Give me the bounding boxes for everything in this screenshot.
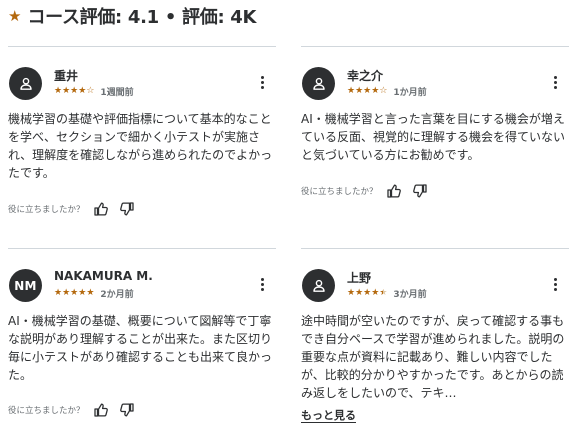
thumbs-up-icon[interactable] — [386, 183, 402, 199]
thumbs-down-icon[interactable] — [119, 402, 135, 418]
divider — [8, 46, 276, 47]
helpful-row: 役に立ちましたか？ — [301, 183, 438, 199]
avatar — [302, 269, 335, 302]
more-options-icon[interactable] — [549, 74, 561, 90]
review-text: 機械学習の基礎や評価指標について基本的なことを学べ、セクションで細かく小テストが… — [8, 112, 273, 180]
review-time: 3か月前 — [393, 290, 427, 300]
rating-line: ★ ★ ★ ★ ★ 3か月前 — [347, 287, 427, 301]
review-card: 幸之介 ★ ★ ★ ★ ☆ 1か月前 AI・機械学習と言った言葉を目にする機会が… — [301, 46, 569, 226]
star-full-icon: ★ — [70, 86, 79, 96]
star-full-icon: ★ — [371, 86, 380, 96]
star-icon: ★ — [8, 6, 22, 25]
show-more-link[interactable]: もっと見る — [301, 407, 356, 423]
more-options-icon[interactable] — [256, 276, 268, 292]
star-full-icon: ★ — [347, 86, 356, 96]
review-time: 1か月前 — [393, 88, 427, 98]
rating-line: ★ ★ ★ ★ ★ 2か月前 — [54, 287, 134, 301]
star-full-icon: ★ — [78, 86, 87, 96]
review-card: NM NAKAMURA M. ★ ★ ★ ★ ★ 2か月前 AI・機械学習の基礎… — [8, 248, 276, 433]
divider — [301, 46, 569, 47]
rating-line: ★ ★ ★ ★ ☆ 1か月前 — [347, 85, 427, 99]
star-full-icon: ★ — [371, 288, 380, 298]
avatar — [302, 67, 335, 100]
review-text: AI・機械学習の基礎、概要について図解等で丁寧な説明があり理解することが出来た。… — [8, 314, 273, 382]
helpful-label: 役に立ちましたか？ — [301, 187, 378, 197]
star-rating: ★ ★ ★ ★ ☆ — [347, 87, 387, 96]
divider — [301, 248, 569, 249]
course-rating-header: ★ コース評価: 4.1 • 評価: 4K — [8, 5, 257, 28]
star-full-icon: ★ — [355, 86, 364, 96]
reviewer-name: 幸之介 — [347, 69, 384, 83]
user-icon — [19, 77, 32, 90]
star-full-icon: ★ — [347, 288, 356, 298]
thumbs-down-icon[interactable] — [412, 183, 428, 199]
more-options-icon[interactable] — [256, 74, 268, 90]
star-rating: ★ ★ ★ ★ ★ — [347, 289, 387, 298]
star-full-icon: ★ — [78, 288, 87, 298]
star-full-icon: ★ — [54, 288, 63, 298]
review-card: 重井 ★ ★ ★ ★ ☆ 1週間前 機械学習の基礎や評価指標について基本的なこと… — [8, 46, 276, 226]
helpful-label: 役に立ちましたか？ — [8, 205, 85, 215]
review-text: 途中時間が空いたのですが、戻って確認する事もでき自分ペースで学習が進められました… — [301, 314, 565, 400]
star-empty-icon: ☆ — [379, 86, 388, 96]
rating-line: ★ ★ ★ ★ ☆ 1週間前 — [54, 85, 134, 99]
avatar: NM — [9, 269, 42, 302]
helpful-label: 役に立ちましたか？ — [8, 406, 85, 416]
reviewer-name: 上野 — [347, 271, 372, 285]
user-icon — [312, 77, 325, 90]
reviewer-name: NAKAMURA M. — [54, 269, 153, 283]
star-full-icon: ★ — [355, 288, 364, 298]
thumbs-up-icon[interactable] — [93, 402, 109, 418]
avatar-initials: NM — [14, 278, 37, 293]
more-options-icon[interactable] — [549, 276, 561, 292]
thumbs-up-icon[interactable] — [93, 201, 109, 217]
thumbs-down-icon[interactable] — [119, 201, 135, 217]
reviewer-name: 重井 — [54, 69, 79, 83]
star-full-icon: ★ — [363, 288, 372, 298]
star-full-icon: ★ — [62, 86, 71, 96]
star-full-icon: ★ — [70, 288, 79, 298]
star-full-icon: ★ — [54, 86, 63, 96]
user-icon — [312, 279, 325, 292]
review-time: 1週間前 — [100, 88, 134, 98]
review-card: 上野 ★ ★ ★ ★ ★ 3か月前 途中時間が空いたのですが、戻って確認する事も… — [301, 248, 569, 433]
star-half-icon: ★ — [379, 288, 388, 298]
star-full-icon: ★ — [62, 288, 71, 298]
helpful-row: 役に立ちましたか？ — [8, 402, 145, 418]
star-full-icon: ★ — [86, 288, 95, 298]
star-rating: ★ ★ ★ ★ ★ — [54, 289, 94, 298]
avatar — [9, 67, 42, 100]
course-rating-title: コース評価: 4.1 • 評価: 4K — [27, 7, 257, 28]
review-text: AI・機械学習と言った言葉を目にする機会が増えている反面、視覚的に理解する機会を… — [301, 112, 566, 162]
star-full-icon: ★ — [363, 86, 372, 96]
divider — [8, 248, 276, 249]
review-time: 2か月前 — [100, 290, 134, 300]
helpful-row: 役に立ちましたか？ — [8, 201, 145, 217]
star-empty-icon: ☆ — [86, 86, 95, 96]
star-rating: ★ ★ ★ ★ ☆ — [54, 87, 94, 96]
